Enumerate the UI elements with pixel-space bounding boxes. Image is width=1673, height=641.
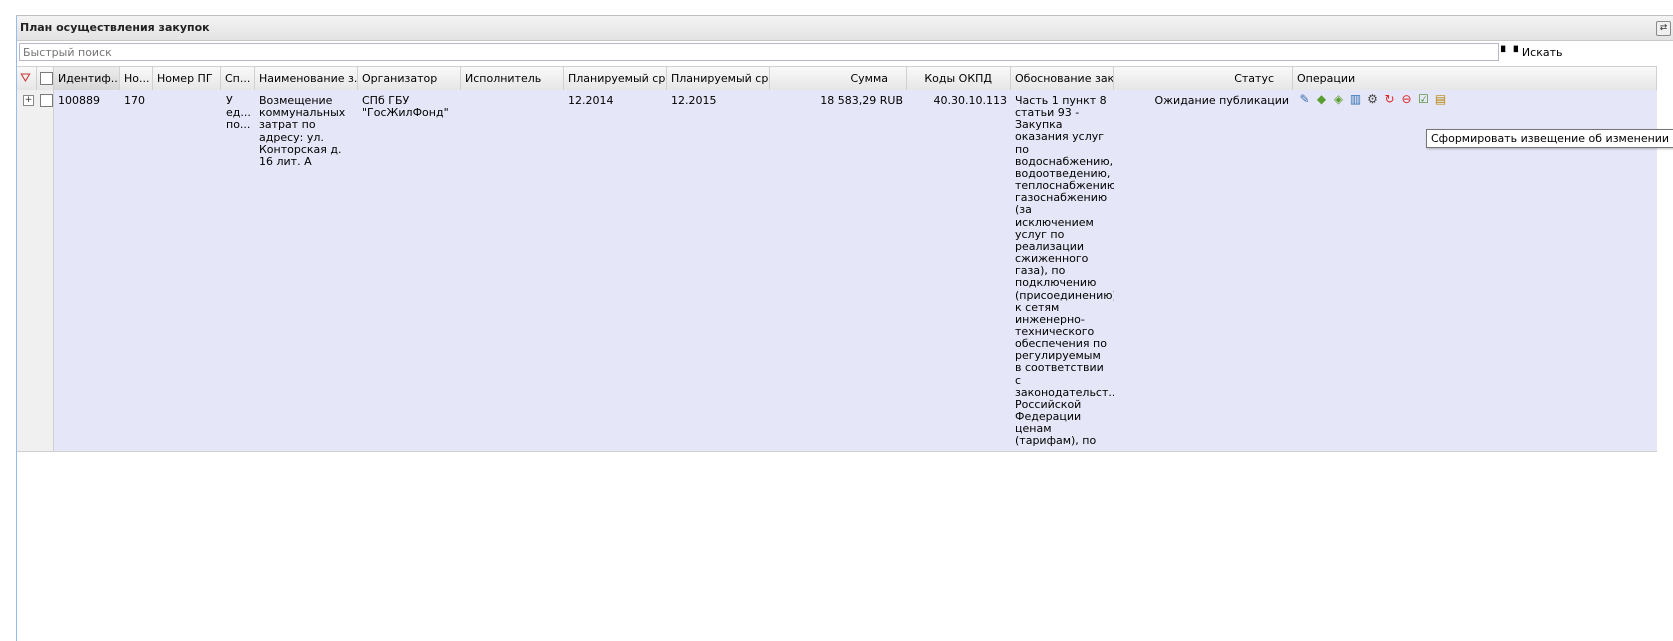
settings-gears-icon[interactable]: ⚙ [1365,92,1380,107]
cell-planned-start: 12.2014 [568,94,614,107]
chart-icon[interactable]: ▥ [1348,92,1363,107]
quick-search-bar: ▘▝ Искать [17,41,1673,65]
purchase-plan-panel: План осуществления закупок ⇄ ▘▝ Искать ⛛… [16,15,1673,641]
row-control-column [17,90,54,451]
cell-pg-number [153,90,221,451]
column-header-pg-number[interactable]: Номер ПГ [153,67,221,90]
select-all-checkbox[interactable] [40,72,53,85]
archive-icon[interactable]: ▤ [1433,92,1448,107]
column-header-method[interactable]: Сп... [221,67,255,90]
panel-title: План осуществления закупок [20,21,210,34]
approve-all-icon[interactable]: ◈ [1331,92,1346,107]
column-header-id[interactable]: Идентиф...▼ [54,67,120,90]
grid-header: ⛛ Идентиф...▼ Но... Номер ПГ Сп... Наиме… [17,66,1657,91]
search-button-label: Искать [1521,45,1563,59]
cancel-icon[interactable]: ⊖ [1399,92,1414,107]
cell-justification: Часть 1 пункт 8 статьи 93 - Закупка оказ… [1015,94,1114,451]
column-header-organizer[interactable]: Организатор [358,67,461,90]
column-header-amount[interactable]: Сумма [770,67,907,90]
cell-okpd: 40.30.10.113 [933,94,1007,107]
column-header-executor[interactable]: Исполнитель [461,67,564,90]
notice-change-icon[interactable]: ☑ [1416,92,1431,107]
column-header-okpd[interactable]: Коды ОКПД [907,67,1011,90]
operation-tooltip: Сформировать извещение об изменении [1426,129,1673,148]
cell-name: Возмещение коммунальных затрат по адресу… [259,94,346,169]
refresh-icon[interactable]: ⇄ [1656,21,1671,36]
edit-pencil-icon[interactable]: ✎ [1297,92,1312,107]
cell-status: Ожидание публикации [1154,94,1289,107]
cell-organizer: СПб ГБУ "ГосЖилФонд" [362,94,449,120]
cell-executor [461,90,564,451]
row-select-checkbox[interactable] [40,94,53,107]
cell-method: У ед... по... [226,94,251,132]
grid-bottom-border [17,451,1657,452]
select-all-header[interactable] [37,67,54,90]
row-expand-icon[interactable]: + [23,95,34,106]
quick-search-input[interactable] [19,43,1499,61]
column-header-justification[interactable]: Обоснование зак... [1011,67,1114,90]
grid-body: + 100889 170 У ед... по... Возмещение ко… [17,90,1657,451]
column-header-name[interactable]: Наименование з... [255,67,358,90]
column-header-number[interactable]: Но... [120,67,153,90]
column-header-operations[interactable]: Операции [1293,67,1657,90]
column-header-status[interactable]: Статус [1114,67,1293,90]
clear-filter-header[interactable]: ⛛ [17,67,37,90]
cell-planned-end: 12.2015 [671,94,717,107]
column-header-planned-start[interactable]: Планируемый ср... [564,67,667,90]
clear-filter-icon: ⛛ [20,71,31,86]
column-header-planned-end[interactable]: Планируемый ср... [667,67,770,90]
panel-titlebar: План осуществления закупок ⇄ [17,16,1673,41]
approve-icon[interactable]: ◆ [1314,92,1329,107]
search-button[interactable]: ▘▝ Искать [1501,44,1562,60]
refresh-red-icon[interactable]: ↻ [1382,92,1397,107]
cell-number: 170 [124,94,145,107]
binoculars-icon: ▘▝ [1501,45,1518,59]
cell-amount: 18 583,29 RUB [820,94,903,107]
cell-id: 100889 [58,94,100,107]
